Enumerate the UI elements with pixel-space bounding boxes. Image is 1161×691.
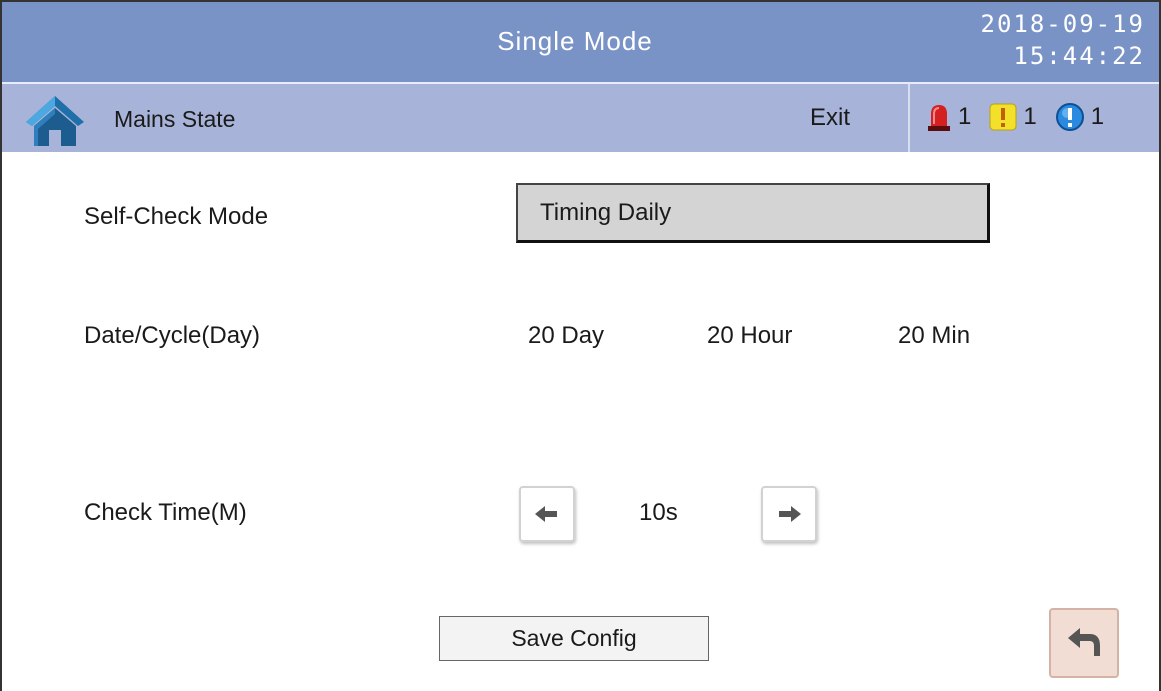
self-check-mode-label: Self-Check Mode <box>84 203 269 230</box>
day-value[interactable]: 20 Day <box>528 322 604 350</box>
alarm-critical-count: 1 <box>958 103 972 130</box>
self-check-mode-select[interactable]: Timing Daily <box>516 183 990 243</box>
alarm-critical[interactable]: 1 <box>926 102 971 132</box>
alarm-status: 1 1 1 <box>926 100 1114 134</box>
check-time-value: 10s <box>639 499 678 526</box>
return-icon <box>1068 628 1100 656</box>
section-title: Mains State <box>114 106 236 132</box>
exit-button[interactable]: Exit <box>810 104 850 132</box>
alarm-info[interactable]: 1 <box>1055 102 1104 132</box>
arrow-right-icon <box>779 506 801 522</box>
siren-icon <box>928 105 950 131</box>
minute-value[interactable]: 20 Min <box>898 322 970 350</box>
check-time-label: Check Time(M) <box>84 499 247 526</box>
divider <box>908 84 910 152</box>
hour-value[interactable]: 20 Hour <box>707 322 792 350</box>
alarm-warning-count: 1 <box>1023 103 1037 130</box>
increase-button[interactable] <box>761 486 817 542</box>
decrease-button[interactable] <box>519 486 575 542</box>
title-bar: Single Mode 2018-09-19 15:44:22 <box>2 2 1159 82</box>
save-config-button[interactable]: Save Config <box>439 616 709 661</box>
sub-header: Mains State Exit 1 1 1 <box>2 82 1159 152</box>
date-cycle-label: Date/Cycle(Day) <box>84 322 261 349</box>
home-icon[interactable] <box>24 94 86 146</box>
back-button[interactable] <box>1049 608 1119 678</box>
date-text: 2018-09-19 <box>980 10 1145 38</box>
alarm-info-count: 1 <box>1090 103 1105 130</box>
alarm-warning[interactable]: 1 <box>989 103 1037 131</box>
time-text: 15:44:22 <box>1013 42 1145 70</box>
arrow-left-icon <box>535 506 557 522</box>
info-icon <box>1055 103 1084 131</box>
datetime: 2018-09-19 15:44:22 <box>981 8 1146 72</box>
screen: Single Mode 2018-09-19 15:44:22 Mains St… <box>0 0 1161 691</box>
warning-icon <box>989 103 1017 131</box>
